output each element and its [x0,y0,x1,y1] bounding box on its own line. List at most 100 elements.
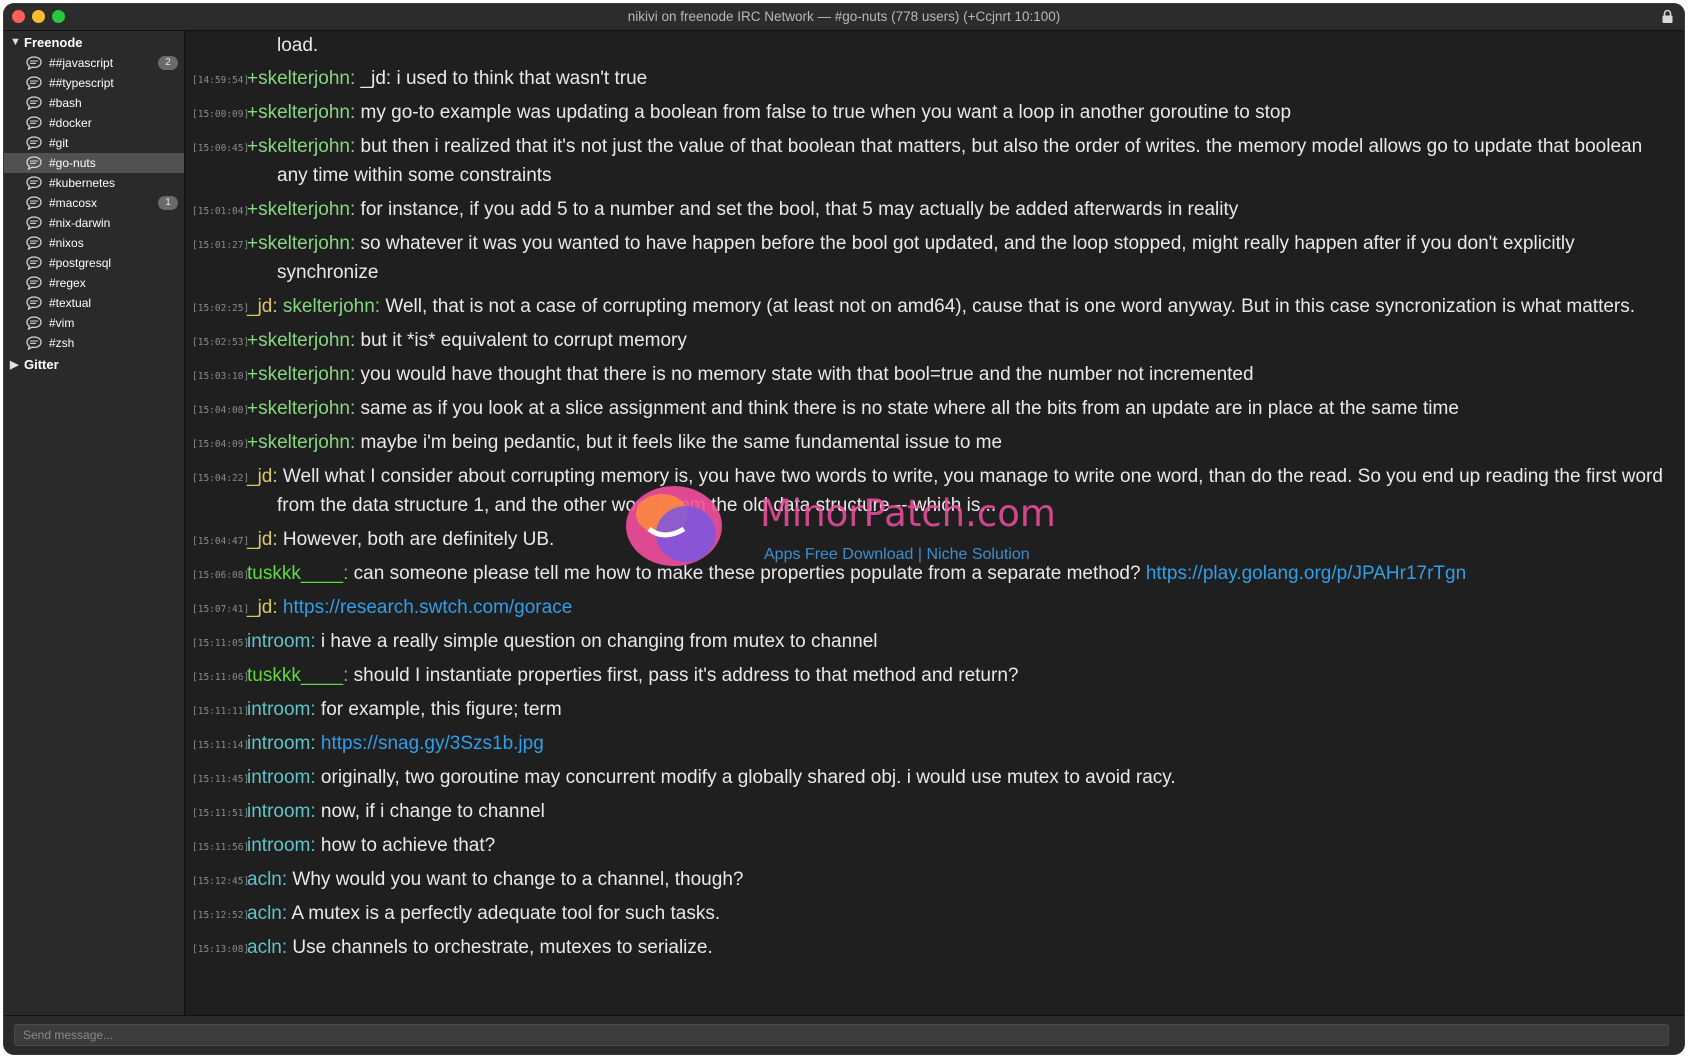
message-text: However, both are definitely UB. [277,529,555,550]
message-nick[interactable]: tuskkk____: [247,563,348,584]
message-text: but then i realized that it's not just t… [277,136,1643,186]
message-row: [15:06:08] tuskkk____: can someone please… [185,559,1684,588]
channel-name: #git [49,136,69,150]
message-input[interactable] [14,1024,1669,1046]
message-row: [15:04:22] _jd: Well what I consider abou… [185,462,1684,520]
channel-item-vim[interactable]: #vim [4,313,184,333]
chat-bubble-icon [26,96,42,111]
chat-bubble-icon [26,336,42,351]
message-link[interactable]: https://research.swtch.com/gorace [283,597,572,618]
message-text: you would have thought that there is no … [355,364,1254,385]
message-nick[interactable]: +skelterjohn: [247,364,355,385]
message-nick[interactable]: introom: [247,733,316,754]
message-body: introom: originally, two goroutine may c… [247,763,1684,792]
message-log[interactable]: load. [14:59:54] +skelterjohn: _jd: i use… [185,31,1684,1015]
message-body: +skelterjohn: so whatever it was you wan… [247,229,1684,287]
message-nick[interactable]: _jd: [247,466,278,487]
message-timestamp: [15:11:51] [192,808,250,819]
message-row: [14:59:54] +skelterjohn: _jd: i used to t… [185,64,1684,93]
message-text: for example, this figure; term [315,699,562,720]
message-timestamp: [15:04:09] [192,439,250,450]
channel-item-textual[interactable]: #textual [4,293,184,313]
channel-item-zsh[interactable]: #zsh [4,333,184,353]
message-nick[interactable]: +skelterjohn: [247,330,355,351]
message-continuation: load. [277,35,319,56]
channel-item-docker[interactable]: #docker [4,113,184,133]
disclosure-collapsed-icon[interactable]: ▶ [10,358,24,371]
message-nick[interactable]: _jd: [247,597,278,618]
channel-item-nixos[interactable]: #nixos [4,233,184,253]
message-nick[interactable]: acln: [247,903,287,924]
message-row: [15:03:10] +skelterjohn: you would have t… [185,360,1684,389]
message-timestamp: [15:11:45] [192,774,250,785]
message-nick[interactable]: introom: [247,835,316,856]
message-nick[interactable]: introom: [247,801,316,822]
channel-item-typescript[interactable]: ##typescript [4,73,184,93]
server-group-gitter[interactable]: ▶ Gitter [4,353,184,375]
message-nick[interactable]: _jd: [247,529,278,550]
message-nick[interactable]: acln: [247,869,287,890]
chat-bubble-icon [26,156,42,171]
message-nick[interactable]: introom: [247,631,316,652]
channel-item-postgresql[interactable]: #postgresql [4,253,184,273]
message-body: tuskkk____: can someone please tell me h… [247,559,1684,588]
server-group-freenode[interactable]: ▼ Freenode [4,31,184,53]
channel-item-bash[interactable]: #bash [4,93,184,113]
message-row: [15:04:47] _jd: However, both are definit… [185,525,1684,554]
channel-item-git[interactable]: #git [4,133,184,153]
channel-item-macosx[interactable]: #macosx 1 [4,193,184,213]
message-nick[interactable]: +skelterjohn: [247,102,355,123]
chat-bubble-icon [26,196,42,211]
message-text: for instance, if you add 5 to a number a… [355,199,1239,220]
message-nick[interactable]: acln: [247,937,287,958]
message-timestamp: [15:12:45] [192,876,250,887]
message-nick[interactable]: introom: [247,699,316,720]
message-nick[interactable]: +skelterjohn: [247,68,355,89]
message-nick[interactable]: +skelterjohn: [247,136,355,157]
message-text: should I instantiate properties first, p… [348,665,1019,686]
message-nick[interactable]: +skelterjohn: [247,233,355,254]
server-list-sidebar: ▼ Freenode ##javascript 2 ##typescript #bash #… [4,31,185,1015]
message-row: [15:02:53] +skelterjohn: but it *is* equi… [185,326,1684,355]
channel-item-javascript[interactable]: ##javascript 2 [4,53,184,73]
message-body: _jd: skelterjohn: Well, that is not a ca… [247,292,1684,321]
message-row: [15:04:00] +skelterjohn: same as if you l… [185,394,1684,423]
message-body: +skelterjohn: same as if you look at a s… [247,394,1684,423]
channel-name: #vim [49,316,75,330]
message-nick[interactable]: +skelterjohn: [247,398,355,419]
channel-name: #postgresql [49,256,112,270]
message-timestamp: [15:11:05] [192,638,250,649]
message-timestamp: [15:06:08] [192,570,250,581]
channel-item-nix-darwin[interactable]: #nix-darwin [4,213,184,233]
message-row: [15:01:04] +skelterjohn: for instance, if… [185,195,1684,224]
message-link[interactable]: https://play.golang.org/p/JPAHr17rTgn [1146,563,1466,584]
message-timestamp: [15:01:04] [192,206,250,217]
message-body: acln: Why would you want to change to a … [247,865,1684,894]
chat-bubble-icon [26,116,42,131]
disclosure-expanded-icon[interactable]: ▼ [10,36,24,48]
message-text: i have a really simple question on chang… [315,631,878,652]
channel-name: #macosx [49,196,98,210]
channel-name: #go-nuts [49,156,96,170]
message-nick[interactable]: +skelterjohn: [247,199,355,220]
message-nick[interactable]: introom: [247,767,316,788]
message-nick[interactable]: _jd: [247,296,278,317]
channel-name: #bash [49,96,82,110]
unread-count-badge: 1 [158,196,178,210]
chat-bubble-icon [26,296,42,311]
channel-item-go-nuts[interactable]: #go-nuts [4,153,184,173]
message-body: +skelterjohn: _jd: i used to think that … [247,64,1684,93]
message-text: my go-to example was updating a boolean … [355,102,1292,123]
channel-item-kubernetes[interactable]: #kubernetes [4,173,184,193]
message-nick[interactable]: +skelterjohn: [247,432,355,453]
chat-bubble-icon [26,76,42,91]
message-nick[interactable]: tuskkk____: [247,665,348,686]
message-timestamp: [15:03:10] [192,371,250,382]
message-text: but it *is* equivalent to corrupt memory [355,330,687,351]
message-timestamp: [15:01:27] [192,240,250,251]
message-link[interactable]: https://snag.gy/3Szs1b.jpg [321,733,544,754]
message-mention: skelterjohn: [277,296,381,317]
channel-item-regex[interactable]: #regex [4,273,184,293]
channel-name: #regex [49,276,86,290]
message-body: +skelterjohn: for instance, if you add 5… [247,195,1684,224]
